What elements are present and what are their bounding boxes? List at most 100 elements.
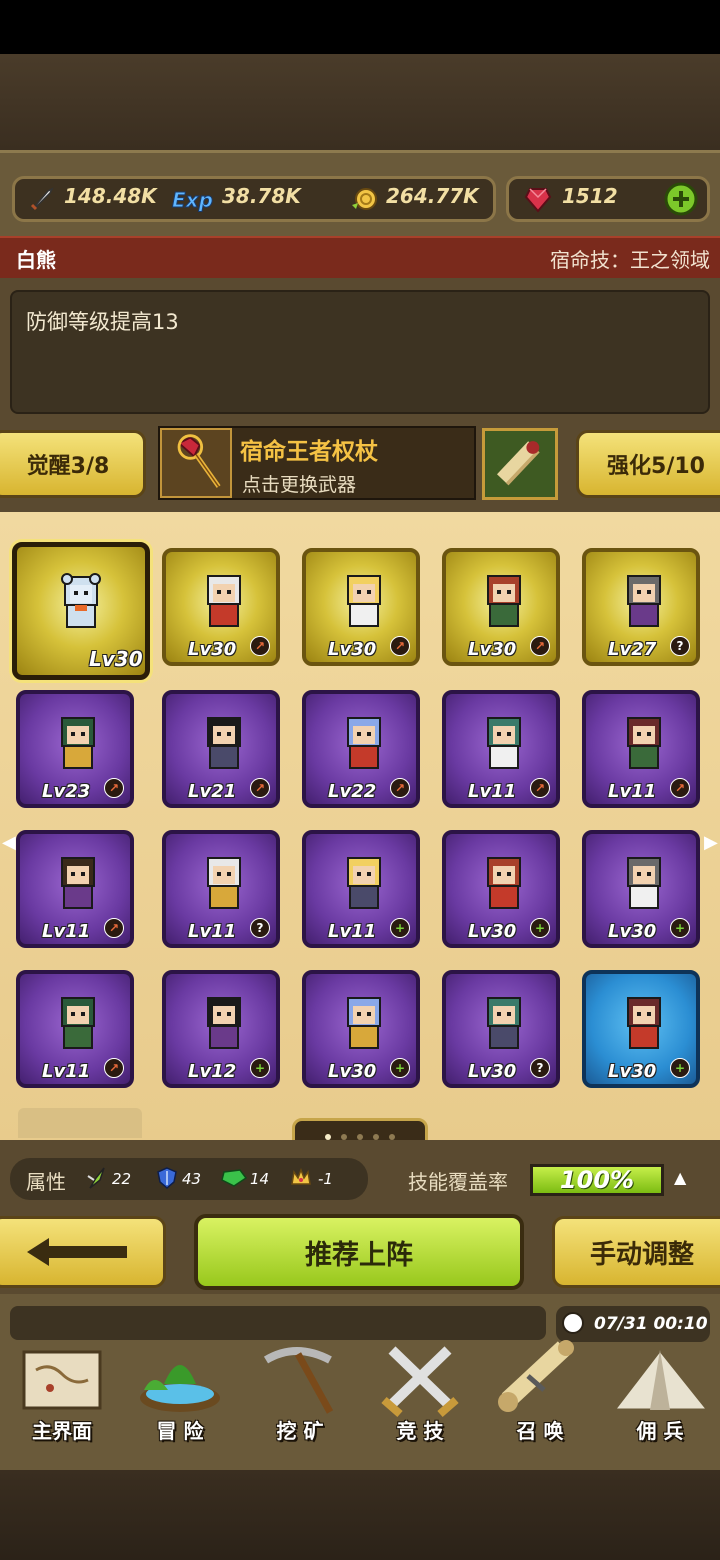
blue-armor-icon [487,717,521,769]
exp-value: 38.78K [222,184,301,208]
red-robe-icon [487,997,521,1049]
wind-blade-icon [87,1167,105,1189]
hero-level: Lv11 [42,921,91,942]
hero-card[interactable]: Lv11 ↗ [16,830,134,948]
hero-card[interactable]: Lv30? [442,970,560,1088]
attribute-value: 14 [250,1170,270,1188]
attack-value: 148.48K [64,184,157,208]
hero-card[interactable]: Lv11? [162,830,280,948]
green-gem-icon [221,1169,248,1187]
hero-level: Lv30 [468,1061,517,1082]
weapon-name: 宿命王者权杖 [240,439,378,465]
pickaxe-icon [263,1347,334,1414]
hero-card[interactable]: Lv12 + [162,970,280,1088]
add-gems-button[interactable] [664,182,698,216]
recommend-button[interactable]: 推荐上阵 [194,1214,524,1290]
tent-icon [610,1347,712,1412]
winged-demon-icon [61,997,95,1049]
awaken-button[interactable]: 觉醒3/8 [0,430,146,498]
dark-lady-icon [627,857,661,909]
hero-card[interactable]: Lv21 ↗ [162,690,280,808]
crossed-swords-icon [381,1346,459,1418]
hero-level: Lv23 [42,781,91,802]
enhance-button[interactable]: 强化5/10 [576,430,720,498]
plus-badge-icon: + [250,1058,270,1078]
silver-knight-icon [347,857,381,909]
hero-card[interactable]: Lv30 ↗ [442,548,560,666]
plus-badge-icon: + [670,918,690,938]
hero-card[interactable]: Lv11 + [302,830,420,948]
hero-card[interactable]: Lv30 + [302,970,420,1088]
back-button[interactable] [0,1216,166,1288]
bearded-king-icon [207,575,241,627]
coin-value: 264.77K [386,184,479,208]
exp-icon: Exp [172,188,214,213]
hero-level: Lv30 [608,921,657,942]
hero-card[interactable]: Lv30 + [442,830,560,948]
plus-badge-icon: + [670,1058,690,1078]
back-arrow-icon [27,1238,127,1266]
hero-level: Lv11 [42,1061,91,1082]
hero-card[interactable]: Lv30 + [582,830,700,948]
question-badge-icon: ? [250,918,270,938]
sword-badge-icon: ↗ [250,778,270,798]
hero-card[interactable]: Lv30 ↗ [302,548,420,666]
hero-card[interactable]: Lv27? [582,548,700,666]
hero-card[interactable]: Lv30 [12,542,150,680]
nav-label: 挖 矿 [276,1419,324,1443]
sword-badge-icon: ↗ [104,778,124,798]
map-background [0,54,720,150]
hero-level: Lv30 [468,639,517,660]
status-bar [0,0,720,54]
weapon-change-hint[interactable]: 点击更换武器 [242,470,356,497]
nav-mercenary[interactable]: 佣 兵 [604,1340,716,1448]
masked-warrior-icon [627,717,661,769]
right-arrow-icon[interactable]: ▶ [704,832,718,856]
hero-level: Lv11 [188,921,237,942]
expand-up-icon[interactable]: ▲ [674,1168,686,1187]
summon-scroll-icon [498,1340,574,1412]
nav-arena[interactable]: 竞 技 [364,1340,476,1448]
hero-level: Lv12 [188,1061,237,1082]
hero-card[interactable]: Lv30 ↗ [162,548,280,666]
scroll-item-icon[interactable] [482,428,558,500]
coin-icon [352,188,377,210]
clock-time: 07/31 00:10 [594,1314,708,1334]
dancer-icon [627,997,661,1049]
sword-badge-icon: ↗ [530,636,550,656]
hero-card[interactable]: Lv11 ↗ [442,690,560,808]
manual-adjust-label: 手动调整 [589,1239,694,1270]
nav-adventure[interactable]: 冒 险 [124,1340,236,1448]
map-scroll-icon [22,1350,102,1410]
nav-main[interactable]: 主界面 [6,1340,118,1448]
white-bear-icon [61,573,101,628]
hero-level: Lv30 [89,647,143,671]
hero-card[interactable]: Lv23 ↗ [16,690,134,808]
fate-skill-label[interactable]: 宿命技：王之领域 [550,244,710,273]
map-background-bottom [0,1470,720,1560]
hero-card[interactable]: Lv11 ↗ [582,690,700,808]
nav-label: 竞 技 [396,1419,444,1443]
nav-mining[interactable]: 挖 矿 [244,1340,356,1448]
hero-level: Lv22 [328,781,377,802]
skill-coverage-label: 技能覆盖率 [408,1170,508,1194]
nav-label: 冒 险 [156,1419,204,1443]
hero-card[interactable]: Lv22 ↗ [302,690,420,808]
hero-level: Lv11 [608,781,657,802]
scepter-icon[interactable] [160,428,232,498]
manual-adjust-button[interactable]: 手动调整 [552,1216,720,1288]
hero-level: Lv30 [188,639,237,660]
hero-card[interactable]: Lv11 ↗ [16,970,134,1088]
green-ranger-icon [487,857,521,909]
svg-text:Exp: Exp [172,188,213,212]
left-arrow-icon[interactable]: ◀ [2,832,16,856]
nav-summon[interactable]: 召 唤 [484,1340,596,1448]
hero-level: Lv21 [188,781,237,802]
blonde-priestess-icon [347,575,381,627]
island-icon [140,1365,220,1412]
hero-card[interactable]: Lv30 + [582,970,700,1088]
plus-badge-icon: + [390,918,410,938]
armored-elder-icon [627,575,661,627]
attribute-value: 22 [112,1170,132,1188]
message-bar [10,1306,546,1340]
